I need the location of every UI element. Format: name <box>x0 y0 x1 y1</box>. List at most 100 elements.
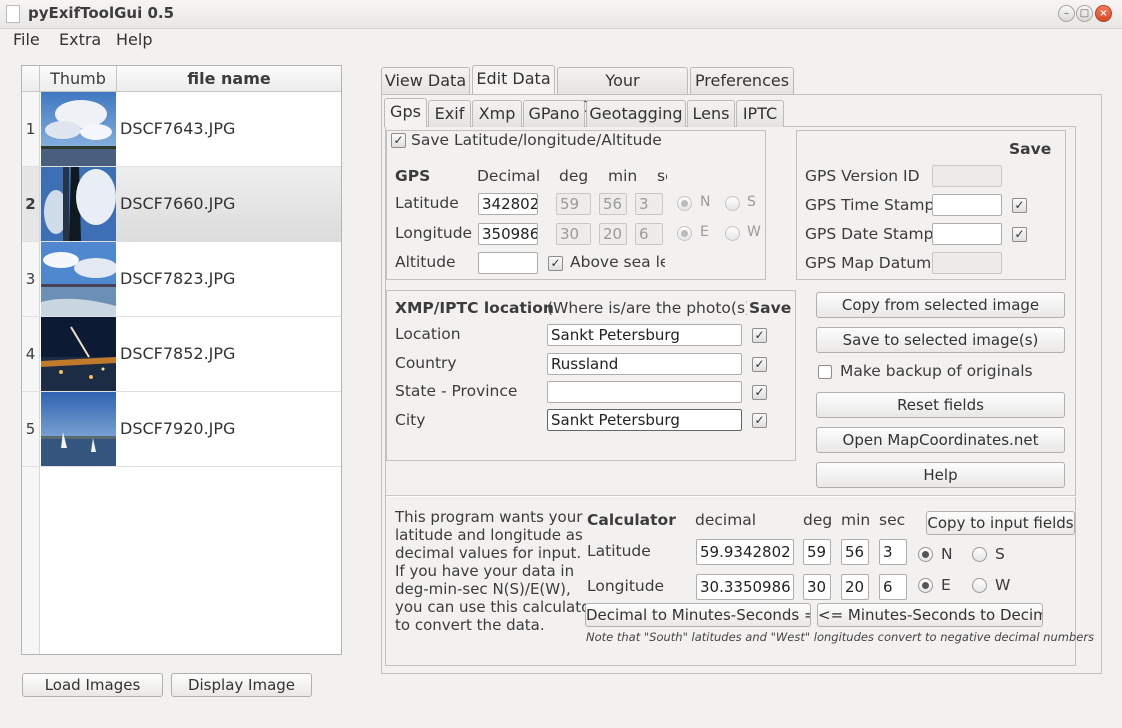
tab-gpano[interactable]: GPano <box>523 100 585 127</box>
tab-iptc[interactable]: IPTC <box>736 100 784 127</box>
row-number: 2 <box>22 167 40 241</box>
table-row[interactable]: 4 DSCF7852.JPG <box>22 317 341 392</box>
file-name: DSCF7920.JPG <box>120 419 236 438</box>
tab-view-data[interactable]: View Data <box>381 67 470 94</box>
gps-time-stamp-label: GPS Time Stamp <box>805 196 935 214</box>
calc-latitude-min-field[interactable]: 56 <box>841 539 869 565</box>
calc-south-radio[interactable] <box>972 547 987 562</box>
gps-save-header: Save <box>1009 140 1052 158</box>
file-name: DSCF7643.JPG <box>120 119 236 138</box>
calc-longitude-deg-field[interactable]: 30 <box>803 574 831 600</box>
country-field[interactable]: Russland <box>547 353 742 375</box>
city-save-checkbox[interactable]: ✓ <box>752 413 767 428</box>
longitude-decimal-field[interactable]: 350986 <box>478 223 538 245</box>
copy-to-input-fields-button[interactable]: Copy to input fields <box>926 511 1075 535</box>
save-to-selected-button[interactable]: Save to selected image(s) <box>816 327 1065 353</box>
gps-date-stamp-field[interactable] <box>932 223 1002 245</box>
thumbnail-image <box>41 242 116 316</box>
tab-xmp[interactable]: Xmp <box>472 100 522 127</box>
gps-time-stamp-field[interactable] <box>932 194 1002 216</box>
table-row[interactable]: 5 DSCF7920.JPG <box>22 392 341 467</box>
row-number: 1 <box>22 92 40 166</box>
gps-heading: GPS <box>395 167 431 185</box>
menu-help[interactable]: Help <box>116 30 152 49</box>
calc-latitude-deg-field[interactable]: 59 <box>803 539 831 565</box>
city-field[interactable]: Sankt Petersburg <box>547 409 742 431</box>
calc-min-column-label: min <box>841 511 871 529</box>
display-image-button[interactable]: Display Image <box>171 673 312 697</box>
table-row[interactable]: 1 DSCF7643.JPG <box>22 92 341 167</box>
table-row-selected[interactable]: 2 DSCF7660.JPG <box>22 167 341 242</box>
calc-latitude-decimal-field[interactable]: 59.9342802 <box>696 539 794 565</box>
tab-geotagging[interactable]: Geotagging <box>586 100 686 127</box>
description-line: latitude and longitude as <box>395 526 583 544</box>
calc-latitude-label: Latitude <box>587 542 651 560</box>
xmp-hint: (Where is/are the photo(s) t <box>547 299 747 317</box>
tab-edit-data[interactable]: Edit Data <box>472 65 555 94</box>
menu-file[interactable]: File <box>13 30 40 49</box>
menu-bar <box>0 29 1122 53</box>
calc-longitude-decimal-field[interactable]: 30.3350986 <box>696 574 794 600</box>
reset-fields-button[interactable]: Reset fields <box>816 392 1065 418</box>
south-label: S <box>747 194 756 210</box>
save-lla-checkbox[interactable]: ✓ <box>391 133 406 148</box>
minimize-icon[interactable]: – <box>1058 5 1075 22</box>
calculator-note: Note that "South" latitudes and "West" l… <box>586 630 1095 644</box>
gps-date-stamp-save-checkbox[interactable]: ✓ <box>1012 227 1027 242</box>
location-save-checkbox[interactable]: ✓ <box>752 328 767 343</box>
help-button[interactable]: Help <box>816 462 1065 488</box>
latitude-decimal-field[interactable]: 342802 <box>478 193 538 215</box>
maximize-icon[interactable]: □ <box>1076 5 1093 22</box>
country-save-checkbox[interactable]: ✓ <box>752 357 767 372</box>
state-province-field[interactable] <box>547 381 742 403</box>
north-label: N <box>700 194 711 210</box>
calc-longitude-min-field[interactable]: 20 <box>841 574 869 600</box>
menu-extra[interactable]: Extra <box>59 30 101 49</box>
decimal-to-dms-button[interactable]: Decimal to Minutes-Seconds => <box>585 603 811 627</box>
tab-lens[interactable]: Lens <box>687 100 735 127</box>
tab-gps[interactable]: Gps <box>384 98 427 127</box>
gps-date-stamp-label: GPS Date Stamp <box>805 225 934 243</box>
calc-east-radio[interactable] <box>918 578 933 593</box>
open-mapcoordinates-button[interactable]: Open MapCoordinates.net <box>816 427 1065 453</box>
app-icon <box>6 5 20 23</box>
calc-longitude-sec-field[interactable]: 6 <box>879 574 907 600</box>
state-province-save-checkbox[interactable]: ✓ <box>752 385 767 400</box>
make-backup-label: Make backup of originals <box>840 362 1033 380</box>
description-line: If you have your data in <box>395 562 575 580</box>
calc-west-radio[interactable] <box>972 578 987 593</box>
tab-your-commands[interactable]: Your Commands <box>557 67 688 116</box>
description-line: decimal values for input. <box>395 544 582 562</box>
close-icon[interactable]: × <box>1095 5 1112 22</box>
latitude-deg-field: 59 <box>556 193 591 215</box>
calc-north-label: N <box>941 545 953 563</box>
file-name: DSCF7852.JPG <box>120 344 236 363</box>
calc-north-radio[interactable] <box>918 547 933 562</box>
copy-from-selected-button[interactable]: Copy from selected image <box>816 292 1065 318</box>
filename-column-header[interactable]: file name <box>117 66 341 92</box>
tab-preferences[interactable]: Preferences <box>690 67 794 94</box>
table-row[interactable]: 3 DSCF7823.JPG <box>22 242 341 317</box>
east-label: E <box>700 224 709 240</box>
image-list[interactable]: Thumb file name 1 DSCF7643.JPG 2 DSCF766… <box>21 65 342 655</box>
gps-version-id-field <box>932 165 1002 187</box>
thumbnail-image <box>41 392 116 466</box>
longitude-label: Longitude <box>395 224 473 242</box>
load-images-button[interactable]: Load Images <box>22 673 163 697</box>
calc-latitude-sec-field[interactable]: 3 <box>879 539 907 565</box>
location-field[interactable]: Sankt Petersburg <box>547 324 742 346</box>
window-title: pyExifToolGui 0.5 <box>28 4 175 22</box>
altitude-field[interactable] <box>478 252 538 274</box>
description-line: deg-min-sec N(S)/E(W), <box>395 580 571 598</box>
min-column-label: min <box>608 167 638 185</box>
description-line: you can use this calculator <box>395 598 597 616</box>
thumbnail-image <box>41 167 116 241</box>
calculator-description: This program wants your latitude and lon… <box>395 508 596 634</box>
calc-deg-column-label: deg <box>803 511 833 529</box>
thumb-column-header[interactable]: Thumb <box>40 66 117 92</box>
tab-exif[interactable]: Exif <box>428 100 471 127</box>
dms-to-decimal-button[interactable]: <= Minutes-Seconds to Decimal <box>817 603 1043 627</box>
gps-time-stamp-save-checkbox[interactable]: ✓ <box>1012 198 1027 213</box>
above-sea-level-checkbox[interactable]: ✓ <box>548 256 563 271</box>
make-backup-checkbox[interactable] <box>818 365 832 379</box>
